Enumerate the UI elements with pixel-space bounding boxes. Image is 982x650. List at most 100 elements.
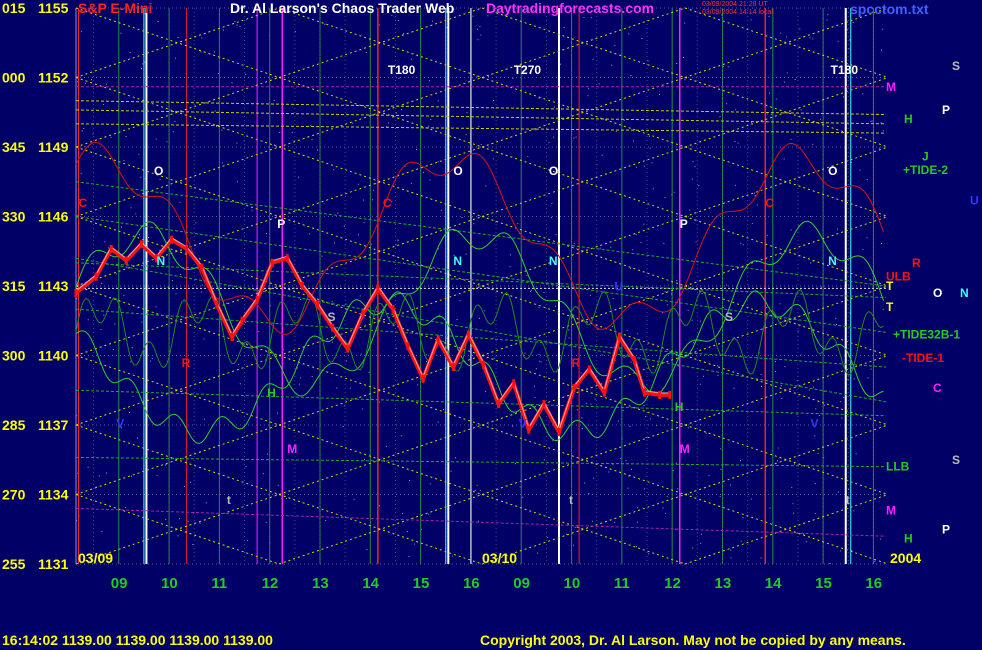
star-dot — [199, 522, 201, 524]
star-dot — [488, 75, 490, 77]
star-dot — [403, 32, 405, 34]
star-dot — [641, 38, 643, 39]
star-dot — [793, 512, 794, 514]
star-dot — [766, 307, 768, 308]
x-tick-label: 12 — [664, 575, 681, 592]
star-dot — [258, 331, 260, 333]
price-bar — [300, 282, 304, 290]
star-dot — [437, 100, 439, 102]
x-tick-label: 14 — [362, 575, 379, 592]
x-tick-label: 13 — [312, 575, 329, 592]
star-dot — [645, 415, 646, 417]
star-dot — [102, 104, 104, 105]
price-bar — [255, 295, 259, 304]
y-tick-price-label: 1137 — [38, 417, 69, 433]
right-label: -TIDE-1 — [902, 351, 944, 365]
planet-label: P — [680, 217, 688, 231]
star-dot — [247, 539, 249, 541]
price-bar — [587, 365, 591, 374]
star-dot — [692, 161, 694, 163]
star-dot — [799, 28, 801, 30]
star-dot — [205, 502, 207, 504]
star-dot — [107, 247, 109, 249]
star-dot — [881, 243, 883, 244]
star-dot — [794, 463, 795, 465]
star-dot — [428, 125, 430, 127]
x-tick-label: 10 — [564, 575, 581, 592]
star-dot — [294, 31, 296, 33]
star-dot — [640, 242, 642, 244]
star-dot — [409, 480, 411, 481]
star-dot — [643, 165, 645, 167]
star-dot — [461, 217, 463, 218]
planet-label: M — [287, 442, 297, 456]
star-dot — [121, 226, 122, 228]
star-dot — [573, 137, 575, 139]
star-dot — [530, 290, 532, 292]
star-dot — [310, 125, 312, 127]
star-dot — [694, 166, 696, 168]
star-dot — [166, 141, 168, 143]
star-dot — [632, 140, 634, 142]
y-tick-angle-label: 345 — [2, 139, 26, 155]
star-dot — [311, 139, 313, 141]
star-dot — [626, 330, 628, 331]
star-dot — [652, 188, 654, 190]
price-bar — [74, 288, 78, 297]
star-dot — [142, 63, 144, 65]
star-dot — [786, 36, 788, 38]
star-dot — [473, 223, 475, 225]
star-dot — [659, 93, 660, 95]
star-dot — [104, 241, 106, 243]
star-dot — [878, 147, 880, 149]
star-dot — [416, 149, 417, 150]
star-dot — [632, 249, 634, 251]
star-dot — [663, 243, 665, 245]
star-dot — [852, 22, 854, 23]
star-dot — [203, 338, 205, 340]
price-bar — [542, 400, 546, 409]
star-dot — [110, 136, 112, 138]
star-dot — [700, 542, 702, 544]
star-dot — [796, 413, 798, 415]
star-dot — [537, 552, 539, 554]
star-dot — [343, 225, 345, 227]
star-dot — [782, 321, 784, 323]
star-dot — [862, 93, 864, 95]
star-dot — [699, 383, 701, 385]
star-dot — [760, 557, 762, 559]
star-dot — [538, 307, 540, 309]
star-dot — [754, 192, 756, 194]
price-bar — [109, 244, 113, 253]
star-dot — [245, 321, 247, 323]
star-dot — [730, 557, 732, 559]
site-url[interactable]: Daytradingforecasts.com — [486, 0, 654, 16]
star-dot — [538, 97, 540, 99]
star-dot — [814, 483, 816, 485]
star-dot — [587, 95, 589, 97]
star-dot — [723, 307, 724, 309]
star-dot — [751, 222, 753, 224]
star-dot — [581, 428, 583, 430]
x-tick-label: 12 — [262, 575, 279, 592]
star-dot — [742, 517, 744, 518]
star-dot — [240, 409, 242, 411]
star-dot — [588, 88, 590, 90]
star-dot — [177, 535, 179, 537]
star-dot — [378, 505, 380, 507]
star-dot — [478, 317, 480, 319]
star-dot — [720, 468, 722, 470]
star-dot — [717, 365, 719, 367]
star-dot — [726, 103, 728, 105]
star-dot — [361, 408, 363, 410]
price-bar — [139, 240, 143, 249]
price-bar — [391, 305, 395, 314]
star-dot — [101, 530, 103, 532]
star-dot — [534, 396, 536, 398]
star-dot — [485, 185, 487, 187]
star-dot — [614, 521, 616, 523]
star-dot — [236, 181, 238, 183]
star-dot — [325, 520, 327, 521]
star-dot — [123, 160, 125, 162]
star-dot — [584, 482, 585, 484]
